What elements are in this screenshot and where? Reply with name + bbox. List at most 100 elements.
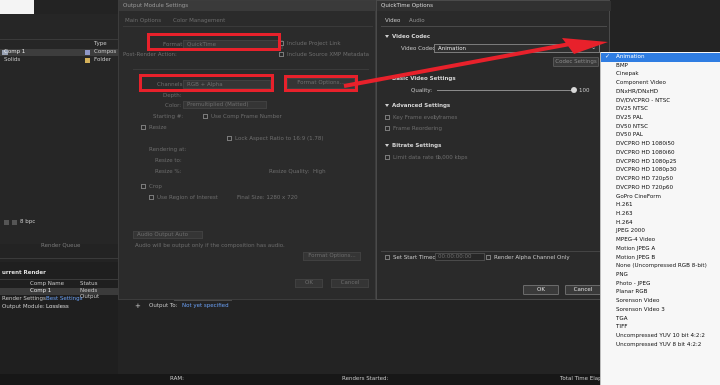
tab-color-management[interactable]: Color Management [173,18,225,24]
comp-type-icon [85,50,90,55]
resize-quality-label: Resize Quality: [269,169,310,175]
qt-cancel-button[interactable]: Cancel [565,285,601,295]
codec-option-label: TIFF [616,324,628,331]
codec-option[interactable]: DVCPRO HD 1080p25 [601,158,720,167]
key-frame-checkbox[interactable] [385,115,390,120]
codec-dropdown-list[interactable]: ✓ Animation BMP Cinepak Component Video DNxHR… [600,52,720,385]
new-comp-icon[interactable] [12,220,17,225]
oms-ok-button[interactable]: OK [295,279,323,288]
timecode-field[interactable]: 00:00:00:00 [435,253,485,261]
oms-ok-label: OK [305,280,313,286]
codec-option[interactable]: DV50 PAL [601,131,720,140]
type-header[interactable]: Type [94,41,107,47]
codec-option[interactable]: DV25 NTSC [601,105,720,114]
codec-option[interactable]: Motion JPEG A [601,245,720,254]
codec-option[interactable]: GoPro CineForm [601,193,720,202]
codec-option-label: Component Video [616,80,666,87]
project-row-comp[interactable]: Comp 1 Compos [0,49,118,56]
output-to-link[interactable]: Not yet specified [182,303,229,309]
codec-option[interactable]: Sorenson Video [601,297,720,306]
highlight-format [147,33,281,51]
codec-option[interactable]: Cinepak [601,70,720,79]
codec-option-label: DV/DVCPRO - NTSC [616,97,671,104]
output-module-link[interactable]: Lossless [46,304,69,310]
bpc-label[interactable]: 8 bpc [20,219,35,225]
codec-option[interactable]: TGA [601,315,720,324]
include-xmp-checkbox[interactable] [279,52,284,57]
codec-option-label: Uncompressed YUV 10 bit 4:2:2 [616,333,705,340]
codec-option-label: PNG [616,272,628,278]
codec-option[interactable]: DVCPRO HD 720p60 [601,184,720,193]
codec-option[interactable]: Photo - JPEG [601,280,720,289]
crop-checkbox[interactable] [141,184,146,189]
lock-aspect-label: Lock Aspect Ratio to 16:9 (1.78) [235,136,324,142]
codec-option[interactable]: Uncompressed YUV 10 bit 4:2:2 [601,332,720,341]
folder-icon [85,58,90,63]
codec-option[interactable]: PNG [601,271,720,280]
codec-option[interactable]: Motion JPEG B [601,254,720,263]
audio-output-select[interactable]: Audio Output Auto [133,231,203,239]
color-value: Premultiplied (Matted) [187,102,249,108]
color-select[interactable]: Premultiplied (Matted) [183,101,267,109]
set-start-timecode-checkbox[interactable] [385,255,390,260]
frame-reordering-checkbox[interactable] [385,126,390,131]
add-output-icon[interactable]: + [135,302,141,310]
codec-option[interactable]: Component Video [601,79,720,88]
codec-option[interactable]: ✓ Animation [601,53,720,62]
col-comp-name[interactable]: Comp Name [30,281,64,287]
qt-ok-button[interactable]: OK [523,285,559,295]
red-arrow-icon [343,38,608,88]
render-settings-link[interactable]: Best Settings [46,296,83,302]
codec-option-label: Cinepak [616,71,639,78]
post-render-label: Post-Render Action: [123,52,177,58]
codec-option[interactable]: H.263 [601,210,720,219]
codec-option[interactable]: JPEG 2000 [601,227,720,236]
codec-option[interactable]: DV25 PAL [601,114,720,123]
codec-option[interactable]: BMP [601,62,720,71]
section-triangle-icon [385,104,389,107]
resize-quality-value[interactable]: High [313,169,326,175]
advanced-section[interactable]: Advanced Settings [385,103,450,109]
tab-audio[interactable]: Audio [409,17,425,26]
codec-option-label: MPEG-4 Video [616,237,656,244]
tab-render-queue[interactable]: Render Queue [41,243,80,249]
use-comp-frame-checkbox[interactable] [203,114,208,119]
audio-note: Audio will be output only if the composi… [135,243,285,249]
checkmark-icon: ✓ [605,53,611,60]
codec-option[interactable]: DVCPRO HD 720p50 [601,175,720,184]
codec-option[interactable]: DV50 NTSC [601,123,720,132]
codec-option[interactable]: TIFF [601,323,720,332]
codec-option[interactable]: Sorenson Video 3 [601,306,720,315]
codec-option[interactable]: H.264 [601,219,720,228]
audio-format-options-button[interactable]: Format Options... [303,252,361,261]
tab-video[interactable]: Video [385,17,400,26]
oms-cancel-button[interactable]: Cancel [331,279,369,288]
codec-option[interactable]: DVCPRO HD 1080i60 [601,149,720,158]
project-row-solids[interactable]: Solids Folder [0,57,118,64]
key-frame-value: 1 frames [433,115,458,121]
col-status[interactable]: Status [80,281,98,287]
divider [0,279,118,280]
render-alpha-checkbox[interactable] [486,255,491,260]
codec-option[interactable]: Planar RGB [601,288,720,297]
codec-option[interactable]: None (Uncompressed RGB 8-bit) [601,262,720,271]
codec-option[interactable]: H.261 [601,201,720,210]
resize-checkbox[interactable] [141,125,146,130]
qt-dialog-title: QuickTime Options [377,1,611,11]
codec-option-label: JPEG 2000 [616,228,645,235]
limit-data-rate-checkbox[interactable] [385,155,390,160]
lock-aspect-checkbox[interactable] [227,136,232,141]
frame-reordering-label: Frame Reordering [393,126,443,132]
use-region-checkbox[interactable] [149,195,154,200]
render-row[interactable]: Comp 1 Needs Output [0,288,118,300]
codec-option[interactable]: MPEG-4 Video [601,236,720,245]
new-folder-icon[interactable] [4,220,9,225]
codec-option[interactable]: Uncompressed YUV 8 bit 4:2:2 [601,341,720,350]
bitrate-section[interactable]: Bitrate Settings [385,143,441,149]
highlight-channels [139,74,274,92]
codec-option[interactable]: DVCPRO HD 1080i50 [601,140,720,149]
tab-main-options[interactable]: Main Options [125,18,161,24]
codec-option[interactable]: DVCPRO HD 1080p30 [601,166,720,175]
codec-option[interactable]: DNxHR/DNxHD [601,88,720,97]
codec-option[interactable]: DV/DVCPRO - NTSC [601,97,720,106]
